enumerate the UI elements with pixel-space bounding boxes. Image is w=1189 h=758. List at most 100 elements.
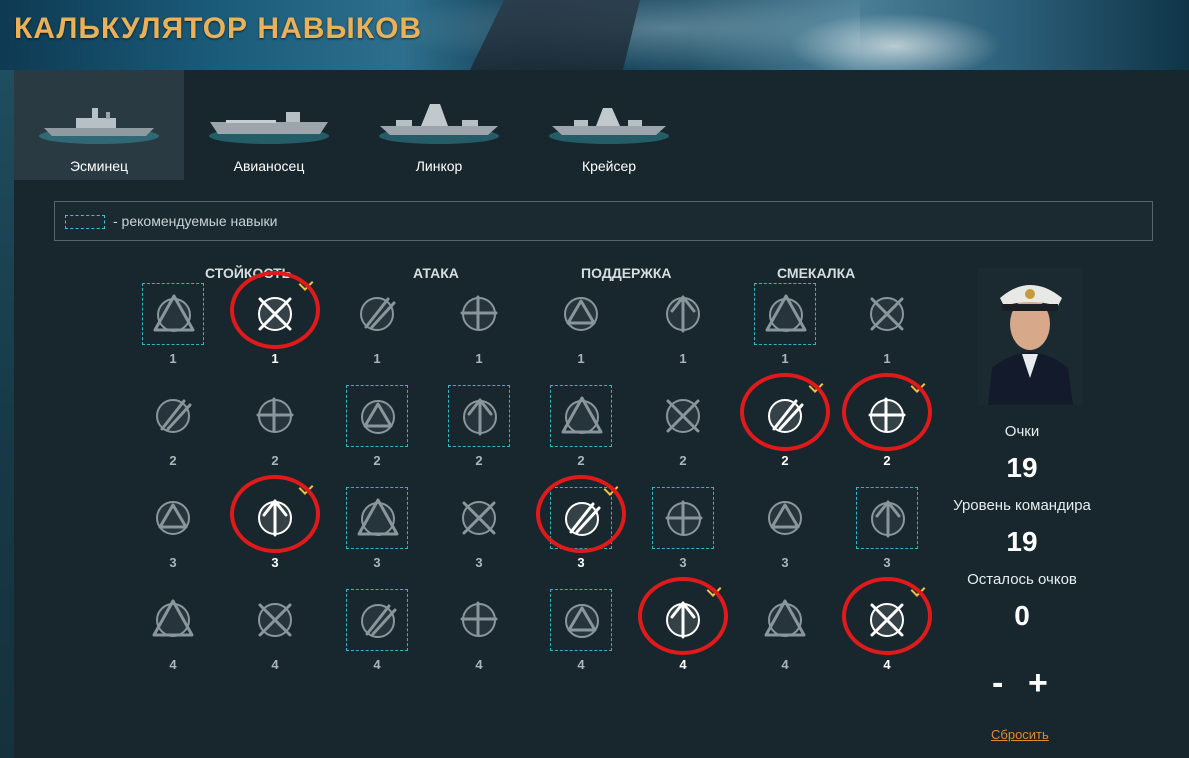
gun-warning-icon	[871, 500, 905, 538]
category-attack: АТАКА	[413, 265, 459, 281]
skill-3-3[interactable]	[346, 487, 408, 549]
skill-1-5[interactable]	[550, 283, 612, 345]
skill-cost: 1	[679, 351, 687, 366]
aa-heal-icon	[665, 500, 703, 536]
skill-cost: 1	[271, 351, 279, 366]
tab-label: Линкор	[415, 158, 463, 174]
selection-highlight-ring	[230, 475, 320, 553]
skill-cost: 3	[373, 555, 381, 570]
skill-cost: 2	[475, 453, 483, 468]
skill-cost: 2	[373, 453, 381, 468]
skill-3-7[interactable]	[754, 487, 816, 549]
skill-3-4[interactable]	[448, 487, 510, 549]
skill-3-6[interactable]	[652, 487, 714, 549]
commander-level-label: Уровень командира	[953, 497, 1091, 514]
plane-upgrade-icon	[666, 399, 700, 433]
selection-highlight-ring	[842, 577, 932, 655]
destroyer-ship-icon	[39, 108, 159, 144]
skill-cost: 3	[679, 555, 687, 570]
torpedo-timer-icon	[360, 297, 396, 331]
header-banner: КАЛЬКУЛЯТОР НАВЫКОВ	[0, 0, 1189, 70]
reset-link[interactable]: Сбросить	[991, 727, 1049, 742]
skill-cost: 2	[679, 453, 687, 468]
skill-2-4[interactable]	[448, 385, 510, 447]
heart-upgrade-icon	[561, 396, 603, 434]
skill-1-1[interactable]	[142, 283, 204, 345]
skill-1-6[interactable]	[652, 283, 714, 345]
plane-timer-icon	[460, 295, 498, 331]
skill-cost: 2	[781, 453, 789, 468]
skill-4-7[interactable]	[754, 589, 816, 651]
skill-1-7[interactable]	[754, 283, 816, 345]
skill-cost: 4	[271, 657, 279, 672]
carrier-ship-icon	[209, 112, 329, 144]
skill-3-1[interactable]	[142, 487, 204, 549]
guns-upgrade-icon	[361, 604, 397, 638]
legend-text: - рекомендуемые навыки	[113, 213, 278, 229]
skill-cost: 1	[883, 351, 891, 366]
skill-cost: 3	[577, 555, 585, 570]
skill-cost: 2	[577, 453, 585, 468]
tab-carrier[interactable]: Авианосец	[184, 70, 354, 180]
skill-4-5[interactable]	[550, 589, 612, 651]
commander-portrait	[978, 268, 1083, 405]
plane-fire-icon	[462, 501, 496, 535]
wrench-upgrade-icon	[156, 501, 190, 535]
skill-3-8[interactable]	[856, 487, 918, 549]
selection-highlight-ring	[230, 271, 320, 349]
selection-highlight-ring	[740, 373, 830, 451]
skill-cost: 1	[577, 351, 585, 366]
skill-cost: 4	[577, 657, 585, 672]
skill-cost: 4	[373, 657, 381, 672]
skill-cost: 1	[781, 351, 789, 366]
skill-cost: 4	[883, 657, 891, 672]
skill-2-5[interactable]	[550, 385, 612, 447]
skill-4-2[interactable]	[244, 589, 306, 651]
category-versatility: СМЕКАЛКА	[777, 265, 856, 281]
skill-2-6[interactable]	[652, 385, 714, 447]
banner-spray	[780, 10, 1010, 70]
skill-1-3[interactable]	[346, 283, 408, 345]
skill-1-4[interactable]	[448, 283, 510, 345]
aa-upgrade-icon	[666, 295, 700, 333]
skill-4-1[interactable]	[142, 589, 204, 651]
skill-cost: 4	[475, 657, 483, 672]
tab-label: Авианосец	[233, 158, 305, 174]
shells-timer-icon	[361, 400, 395, 434]
remaining-points-value: 0	[1014, 600, 1030, 631]
cruiser-ship-icon	[549, 108, 669, 144]
category-support: ПОДДЕРЖКА	[581, 265, 672, 281]
gun-timer-icon	[357, 498, 399, 536]
skill-cost: 1	[373, 351, 381, 366]
skill-4-3[interactable]	[346, 589, 408, 651]
skill-4-4[interactable]	[448, 589, 510, 651]
tab-destroyer[interactable]: Эсминец	[14, 70, 184, 180]
decrease-level-button[interactable]: -	[992, 664, 1003, 703]
skill-2-3[interactable]	[346, 385, 408, 447]
increase-level-button[interactable]: +	[1028, 664, 1048, 703]
tab-cruiser[interactable]: Крейсер	[524, 70, 694, 180]
skill-cost: 1	[169, 351, 177, 366]
recommended-legend: - рекомендуемые навыки	[54, 201, 1153, 241]
background-sea	[0, 70, 14, 758]
skill-cost: 3	[781, 555, 789, 570]
radar-icon	[764, 599, 806, 637]
tab-battleship[interactable]: Линкор	[354, 70, 524, 180]
remaining-points-label: Осталось очков	[967, 571, 1077, 588]
skill-cost: 4	[679, 657, 687, 672]
plane-crosshair-icon	[564, 297, 598, 331]
shells-upgrade-icon	[152, 599, 194, 637]
points-value: 19	[1006, 452, 1038, 483]
skill-1-8[interactable]	[856, 283, 918, 345]
page-title: КАЛЬКУЛЯТОР НАВЫКОВ	[14, 12, 423, 45]
tab-label: Эсминец	[69, 158, 129, 174]
plane-heal-icon	[870, 297, 904, 331]
stopwatch-icon	[256, 397, 294, 433]
selection-highlight-ring	[842, 373, 932, 451]
skill-cost: 2	[883, 453, 891, 468]
skill-2-2[interactable]	[244, 385, 306, 447]
skill-2-1[interactable]	[142, 385, 204, 447]
skill-cost: 3	[475, 555, 483, 570]
selection-highlight-ring	[536, 475, 626, 553]
planes-radar-icon	[460, 601, 498, 637]
